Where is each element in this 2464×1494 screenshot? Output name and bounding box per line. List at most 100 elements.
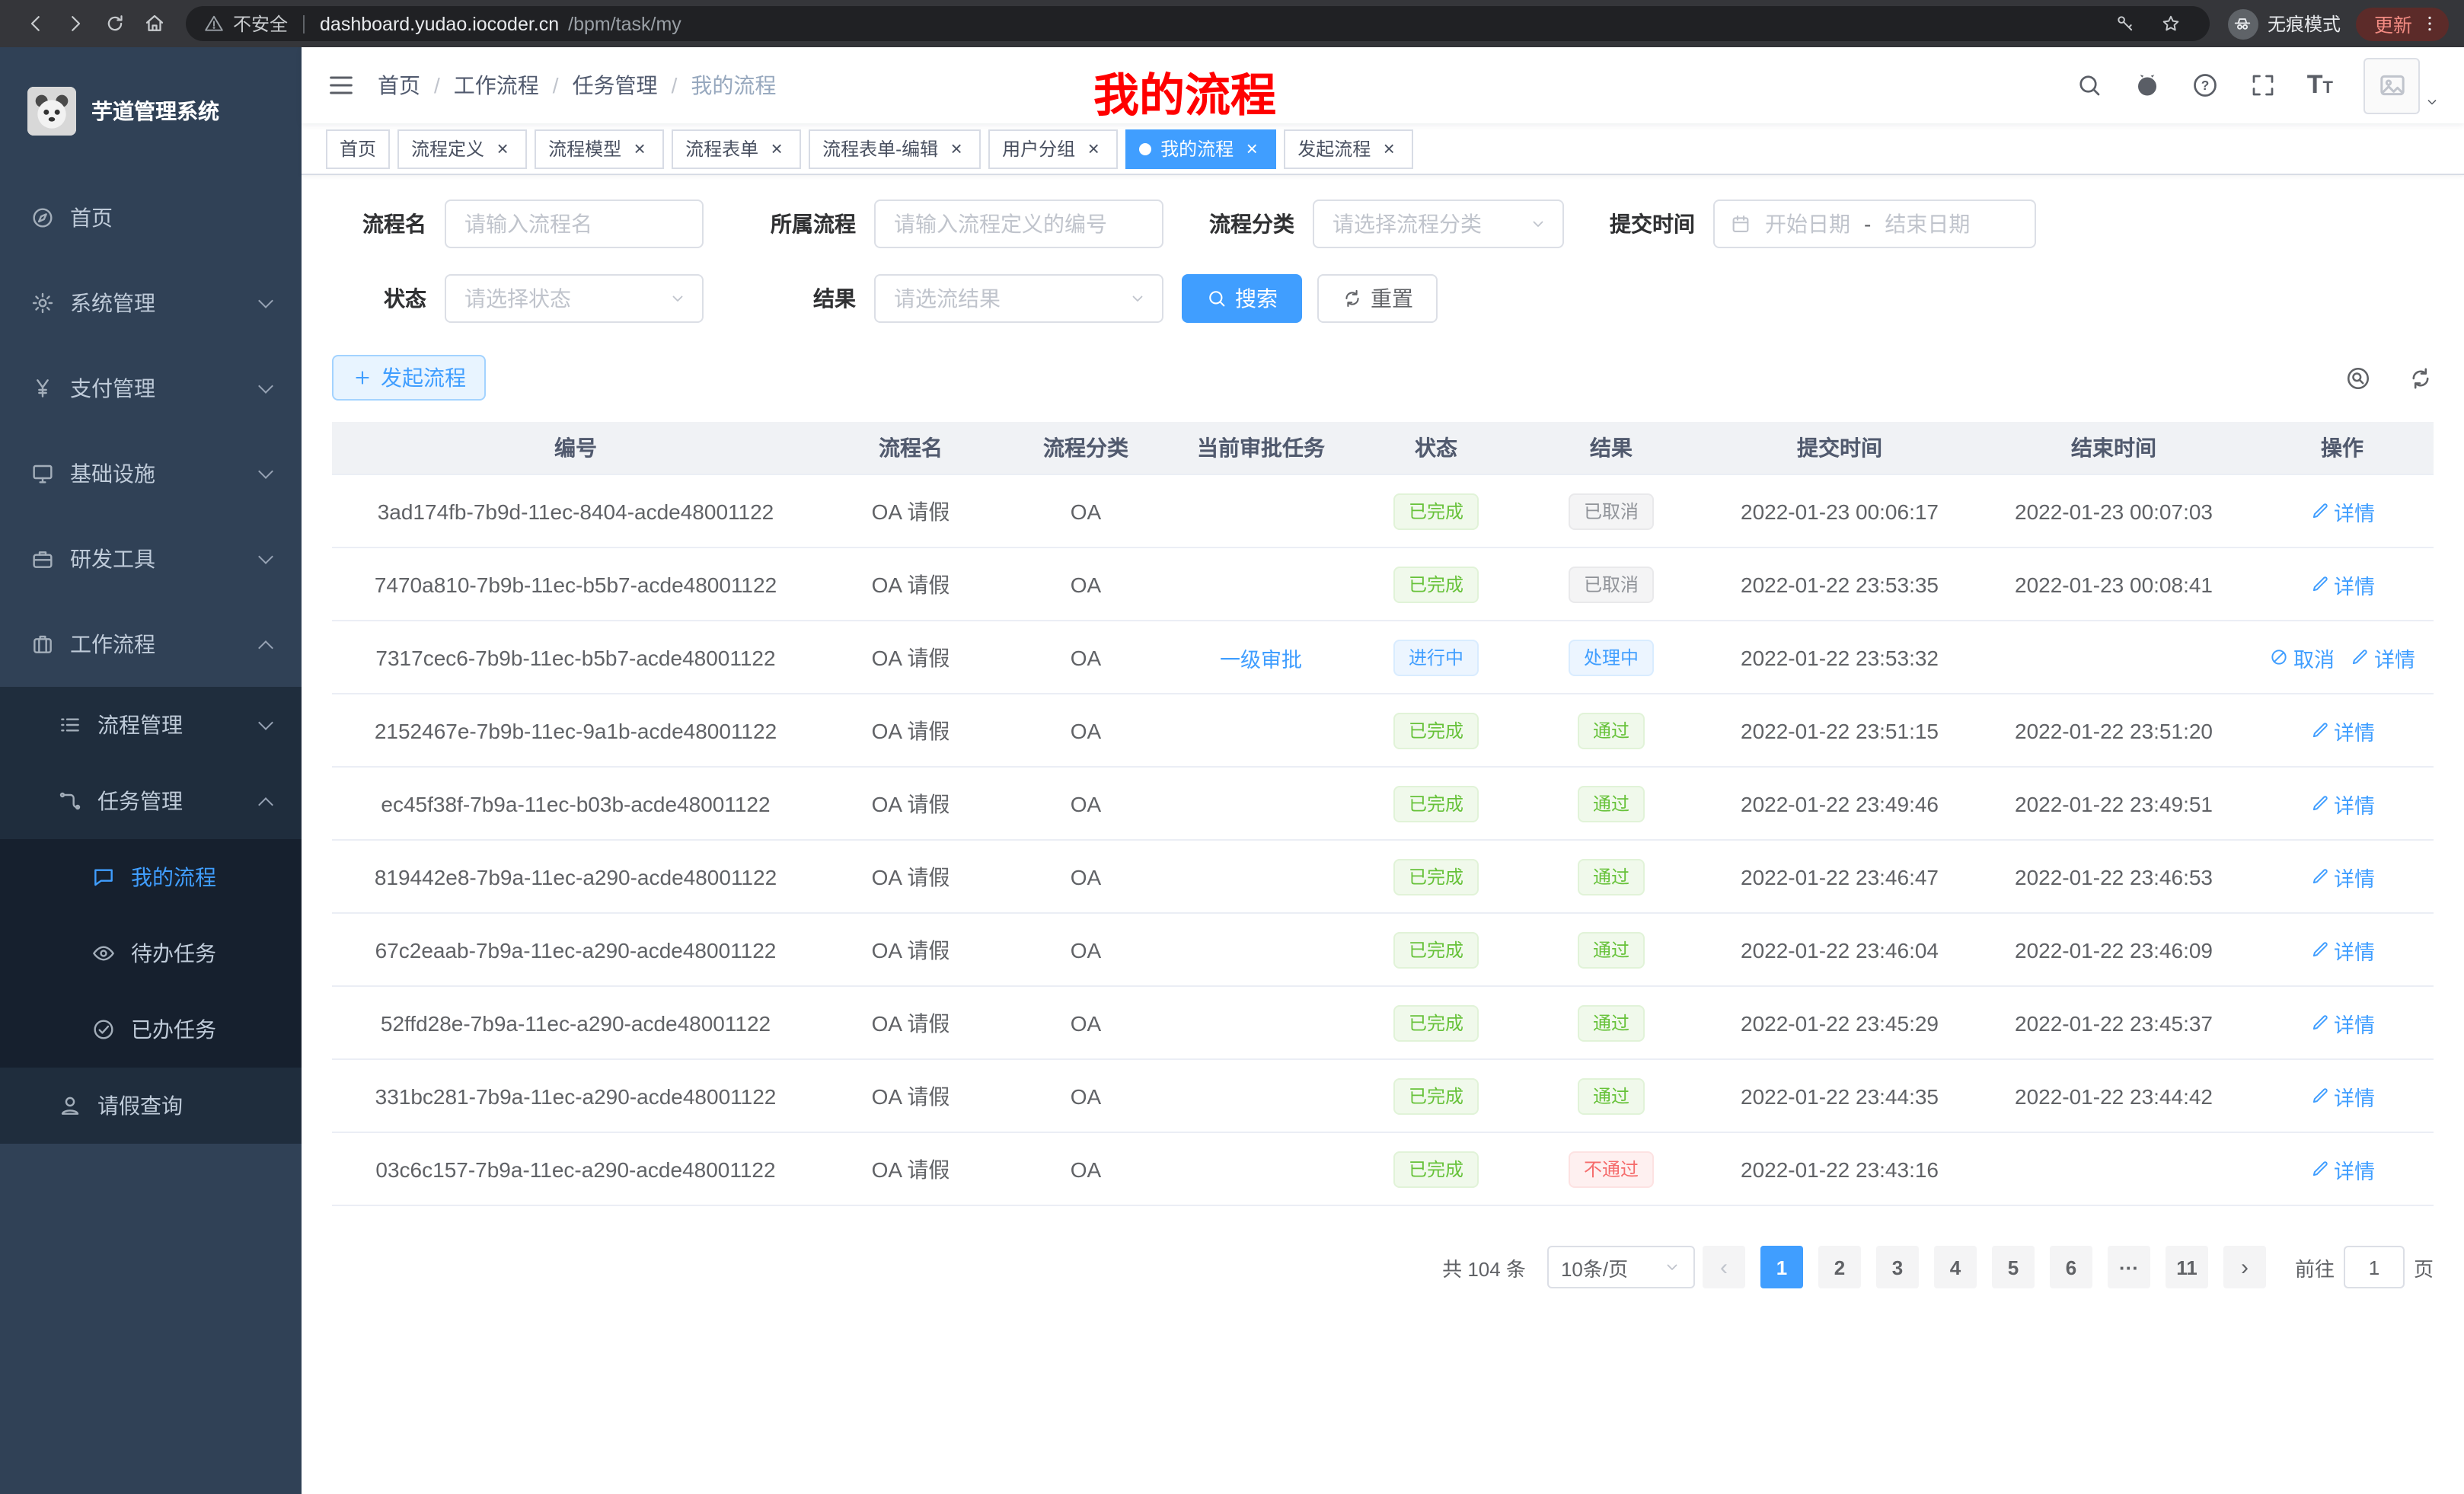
bookmark-star-icon[interactable] [2152, 4, 2191, 43]
page-button-4[interactable]: 4 [1934, 1246, 1977, 1288]
process-name-input[interactable] [445, 200, 704, 248]
page-button-3[interactable]: 3 [1876, 1246, 1919, 1288]
cell-actions: 详情 [2251, 1060, 2434, 1132]
next-page-button[interactable]: › [2223, 1246, 2266, 1288]
hamburger-icon[interactable] [326, 70, 356, 101]
close-icon[interactable]: × [1378, 138, 1400, 159]
cell-submit-time: 2022-01-22 23:49:46 [1703, 768, 1977, 839]
category-select[interactable]: 请选择流程分类 [1313, 200, 1564, 248]
detail-link[interactable]: 详情 [2309, 1007, 2375, 1038]
sidebar-item-4[interactable]: 研发工具 [0, 516, 302, 602]
breadcrumb-item: 我的流程 [691, 70, 776, 101]
submit-time-range-picker[interactable]: 开始日期 - 结束日期 [1713, 200, 2036, 248]
close-icon[interactable]: × [766, 138, 787, 159]
detail-link[interactable]: 详情 [2309, 715, 2375, 745]
sidebar-item-2[interactable]: 支付管理 [0, 346, 302, 431]
reset-button[interactable]: 重置 [1317, 274, 1438, 323]
close-icon[interactable]: × [629, 138, 650, 159]
sidebar-item-9[interactable]: 待办任务 [0, 915, 302, 991]
prev-page-button[interactable]: ‹ [1703, 1246, 1745, 1288]
sidebar-item-6[interactable]: 流程管理 [0, 687, 302, 763]
cell-process-name: OA 请假 [819, 841, 1002, 912]
tags-view-item-5[interactable]: 用户分组× [988, 129, 1118, 168]
page-button-6[interactable]: 6 [2050, 1246, 2092, 1288]
sidebar-item-3[interactable]: 基础设施 [0, 431, 302, 516]
sidebar-item-0[interactable]: 首页 [0, 175, 302, 260]
forward-icon[interactable] [55, 4, 94, 43]
page-button-5[interactable]: 5 [1992, 1246, 2035, 1288]
search-button[interactable]: 搜索 [1182, 274, 1302, 323]
result-select[interactable]: 请选流结果 [874, 274, 1163, 323]
flow-icon [58, 789, 82, 813]
help-icon[interactable]: ? [2191, 72, 2219, 99]
page-button-2[interactable]: 2 [1818, 1246, 1861, 1288]
tags-view-item-2[interactable]: 流程模型× [535, 129, 664, 168]
cell-end-time: 2022-01-22 23:51:20 [1977, 694, 2251, 766]
goto-page-input[interactable] [2344, 1246, 2405, 1288]
tags-view-item-3[interactable]: 流程表单× [672, 129, 801, 168]
detail-link[interactable]: 详情 [2350, 642, 2415, 672]
create-process-button[interactable]: 发起流程 [332, 355, 486, 401]
cancel-link[interactable]: 取消 [2269, 642, 2335, 672]
detail-link[interactable]: 详情 [2309, 934, 2375, 965]
detail-link[interactable]: 详情 [2309, 496, 2375, 526]
tags-view-item-4[interactable]: 流程表单-编辑× [809, 129, 981, 168]
github-icon[interactable] [2134, 72, 2161, 99]
tags-view-item-7[interactable]: 发起流程× [1284, 129, 1413, 168]
update-button[interactable]: 更新 [2356, 7, 2449, 40]
sidebar-item-1[interactable]: 系统管理 [0, 260, 302, 346]
detail-link[interactable]: 详情 [2309, 788, 2375, 819]
address-bar[interactable]: 不安全 dashboard.yudao.iocoder.cn/bpm/task/… [186, 6, 2210, 41]
status-select[interactable]: 请选择状态 [445, 274, 704, 323]
close-icon[interactable]: × [1083, 138, 1104, 159]
font-size-icon[interactable]: TT [2307, 70, 2333, 101]
close-icon[interactable]: × [946, 138, 967, 159]
app-logo[interactable]: 芋道管理系统 [0, 47, 302, 175]
detail-link[interactable]: 详情 [2309, 861, 2375, 892]
cell-result: 通过 [1520, 694, 1703, 766]
cell-current-task [1170, 548, 1352, 620]
page-size-select[interactable]: 10条/页 [1547, 1246, 1695, 1288]
task-link[interactable]: 一级审批 [1220, 642, 1302, 672]
column-header: 结果 [1520, 422, 1703, 474]
tags-view-item-6[interactable]: 我的流程× [1125, 129, 1276, 168]
cell-category: OA [1002, 548, 1170, 620]
detail-link[interactable]: 详情 [2309, 1081, 2375, 1111]
breadcrumb-item[interactable]: 任务管理 [573, 70, 658, 101]
detail-link[interactable]: 详情 [2309, 1154, 2375, 1184]
page-button-···[interactable]: ··· [2108, 1246, 2150, 1288]
detail-link[interactable]: 详情 [2309, 569, 2375, 599]
close-icon[interactable]: × [492, 138, 513, 159]
table-row: 819442e8-7b9a-11ec-a290-acde48001122OA 请… [332, 841, 2434, 914]
breadcrumb-item[interactable]: 首页 [378, 70, 420, 101]
sidebar-item-5[interactable]: 工作流程 [0, 602, 302, 687]
fullscreen-icon[interactable] [2249, 72, 2277, 99]
page-button-1[interactable]: 1 [1760, 1246, 1803, 1288]
browser-menu-dots-icon[interactable] [2415, 4, 2443, 43]
cell-submit-time: 2022-01-22 23:46:04 [1703, 914, 1977, 985]
sidebar-item-8[interactable]: 我的流程 [0, 839, 302, 915]
breadcrumb-item[interactable]: 工作流程 [454, 70, 539, 101]
sidebar-item-7[interactable]: 任务管理 [0, 763, 302, 839]
key-icon[interactable] [2106, 4, 2146, 43]
tags-view-item-1[interactable]: 流程定义× [397, 129, 527, 168]
tags-view-item-0[interactable]: 首页 [326, 129, 390, 168]
back-icon[interactable] [15, 4, 55, 43]
reload-icon[interactable] [94, 4, 134, 43]
page-button-11[interactable]: 11 [2166, 1246, 2208, 1288]
refresh-icon[interactable] [2408, 365, 2434, 391]
toggle-search-icon[interactable] [2345, 365, 2371, 391]
home-icon[interactable] [134, 4, 174, 43]
cell-submit-time: 2022-01-22 23:44:35 [1703, 1060, 1977, 1132]
column-header: 结束时间 [1977, 422, 2251, 474]
search-icon[interactable] [2076, 72, 2103, 99]
cell-actions: 详情 [2251, 987, 2434, 1058]
update-label: 更新 [2374, 9, 2412, 38]
sidebar-item-11[interactable]: 请假查询 [0, 1068, 302, 1144]
sidebar-item-10[interactable]: 已办任务 [0, 991, 302, 1068]
compass-icon [30, 206, 55, 230]
close-icon[interactable]: × [1241, 138, 1262, 159]
user-menu[interactable] [2363, 57, 2440, 113]
table-row: 7470a810-7b9b-11ec-b5b7-acde48001122OA 请… [332, 548, 2434, 621]
parent-process-input[interactable] [874, 200, 1163, 248]
